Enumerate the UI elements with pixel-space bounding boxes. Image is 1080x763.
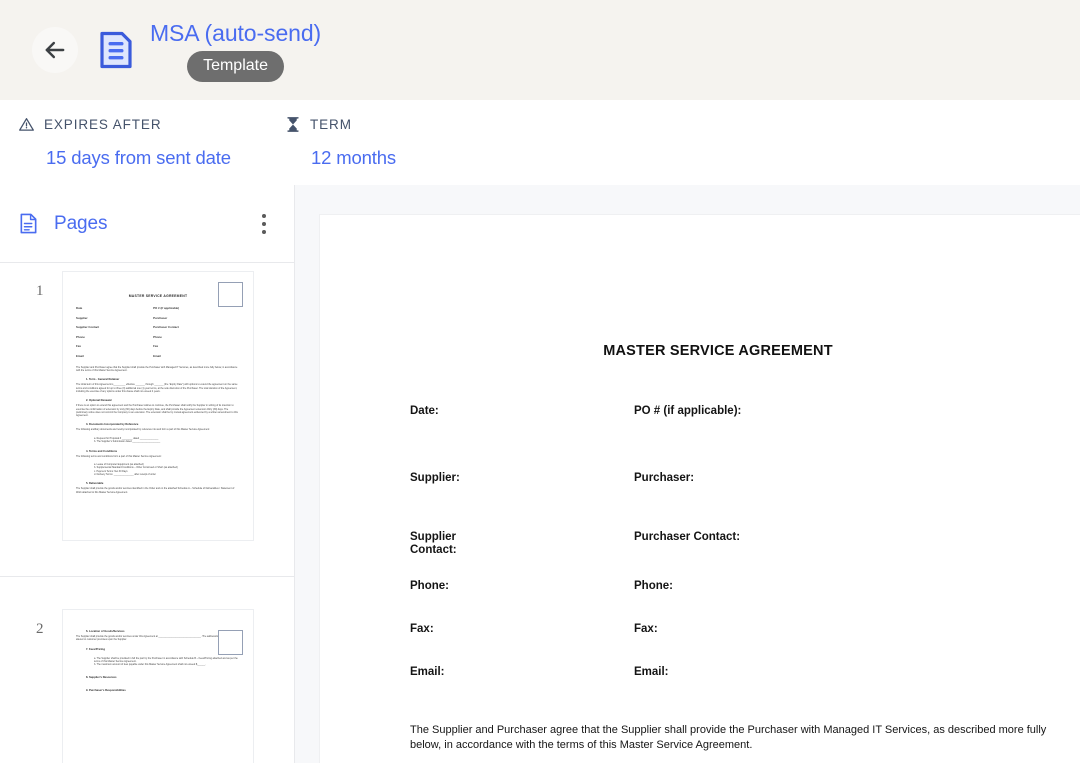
mini-paragraph: The Supplier and Purchaser agree that th… (76, 365, 238, 372)
warning-triangle-icon (18, 116, 35, 133)
mini-heading: 9. Purchaser’s Responsibilities (86, 688, 126, 692)
hourglass-icon (285, 116, 301, 133)
pages-header: Pages (0, 185, 294, 263)
document-viewer[interactable]: MASTER SERVICE AGREEMENT Date: PO # (if … (295, 185, 1080, 763)
mini-field: Fax (76, 344, 81, 349)
thumbnail-page-1[interactable]: 1 MASTER SERVICE AGREEMENT Date PO # (if … (0, 263, 294, 577)
mini-heading: 8. Supplier’s Resources (86, 675, 117, 679)
meta-expires-value[interactable]: 15 days from sent date (46, 147, 231, 169)
meta-expires-after: EXPIRES AFTER 15 days from sent date (18, 114, 231, 169)
mini-paragraph: The Supplier shall provide the goods and… (76, 487, 235, 494)
document-page: MASTER SERVICE AGREEMENT Date: PO # (if … (320, 215, 1080, 763)
document-field-grid: Date: PO # (if applicable): Supplier: Pu… (410, 405, 1058, 679)
mini-list-item: a. The Supplier shall be provided in ful… (94, 656, 238, 663)
field-purchaser-contact: Purchaser Contact: (634, 531, 741, 543)
mini-heading: 1. Term - General Retainer (86, 378, 120, 382)
kebab-menu-icon[interactable] (252, 211, 276, 237)
mini-heading: 4. Terms and Conditions (86, 449, 118, 453)
metadata-row: EXPIRES AFTER 15 days from sent date TER… (0, 100, 1080, 185)
field-email-left: Email: (410, 666, 445, 678)
back-button[interactable] (32, 27, 78, 73)
thumbnail-preview: 6. Location of Goods/Services The Suppli… (62, 609, 254, 763)
mini-field: Supplier Contact (76, 325, 100, 330)
pages-sidebar: Pages 1 MASTER SERVICE AGREEMENT Date PO … (0, 185, 295, 763)
pages-label: Pages (54, 212, 108, 234)
mini-heading: 2. Optional Renewal (86, 399, 112, 403)
document-intro-paragraph: The Supplier and Purchaser agree that th… (410, 724, 1047, 751)
mini-title: MASTER SERVICE AGREEMENT (128, 294, 188, 298)
mini-heading: 5. Deliverable (86, 482, 104, 486)
meta-term: TERM 12 months (285, 114, 396, 169)
meta-term-label: TERM (310, 116, 352, 132)
document-icon (94, 26, 138, 74)
arrow-left-icon (41, 36, 69, 64)
signature-field-box (218, 630, 243, 655)
mini-field: Email (76, 353, 84, 358)
page-title[interactable]: MSA (auto-send) (150, 19, 321, 47)
mini-list-item: b. The maximum amount of fees payable un… (94, 663, 206, 667)
app-header: MSA (auto-send) Template (0, 0, 1080, 100)
title-block: MSA (auto-send) Template (150, 19, 321, 82)
mini-heading: 3. Documents Incorporated by Reference (86, 423, 139, 427)
mini-field: Fax (153, 344, 159, 349)
field-supplier: Supplier: (410, 472, 460, 484)
mini-heading: 7. Fees/Pricing (86, 647, 105, 651)
mini-field: Phone (153, 334, 162, 339)
field-po: PO # (if applicable): (634, 405, 742, 417)
status-badge: Template (187, 50, 284, 82)
mini-heading: 6. Location of Goods/Services (86, 630, 125, 633)
field-fax-right: Fax: (634, 623, 658, 635)
document-outline-icon (18, 213, 40, 235)
mini-list-item: b. The Supplier’s Submission dated _____… (94, 440, 161, 444)
field-purchaser: Purchaser: (634, 472, 695, 484)
mini-paragraph: If there is an option to extend this agr… (76, 404, 238, 418)
mini-paragraph: The initial term of this Agreement is___… (76, 383, 238, 393)
field-fax-left: Fax: (410, 623, 434, 635)
field-email-right: Email: (634, 666, 669, 678)
mini-field: Phone (76, 334, 85, 339)
mini-field: Supplier (76, 315, 88, 320)
field-phone-right: Phone: (634, 580, 673, 592)
thumbnail-number: 2 (36, 621, 44, 637)
mini-field: Date (76, 306, 83, 310)
document-title: MASTER SERVICE AGREEMENT (603, 343, 833, 359)
thumbnail-preview: MASTER SERVICE AGREEMENT Date PO # (if ap… (62, 271, 254, 541)
mini-list-item: d. Delivery Terms: _______________ after… (94, 473, 156, 477)
field-supplier-contact-line1: Supplier (410, 531, 457, 543)
meta-expires-label: EXPIRES AFTER (44, 116, 162, 132)
mini-field: Email (153, 353, 161, 358)
thumbnail-page-2[interactable]: 2 6. Location of Goods/Services The Supp… (0, 577, 294, 763)
signature-field-box (218, 282, 243, 307)
meta-term-value[interactable]: 12 months (311, 147, 396, 169)
mini-field: Purchaser Contact (153, 325, 179, 330)
mini-field: Purchaser (153, 315, 168, 320)
thumbnail-number: 1 (36, 283, 44, 299)
field-phone-left: Phone: (410, 580, 449, 592)
field-supplier-contact-line2: Contact: (410, 544, 457, 556)
mini-paragraph: The Supplier shall provide the goods and… (76, 635, 233, 642)
field-date: Date: (410, 405, 439, 417)
mini-field: PO # (if applicable) (153, 306, 180, 310)
thumbnail-list: 1 MASTER SERVICE AGREEMENT Date PO # (if … (0, 263, 294, 763)
